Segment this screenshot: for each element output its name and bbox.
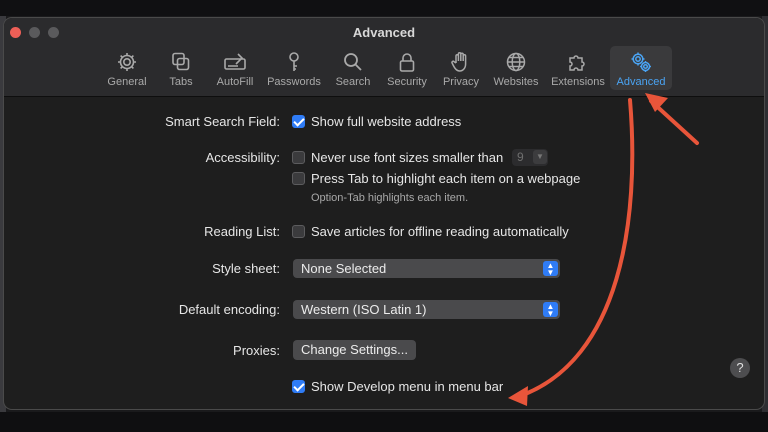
tab-passwords[interactable]: Passwords (265, 46, 323, 90)
lock-icon (399, 53, 415, 72)
min-font-size-checkbox[interactable] (292, 151, 305, 164)
min-font-size-value: 9 (517, 150, 524, 164)
proxies-label: Proxies: (233, 343, 280, 358)
show-develop-menu-checkbox[interactable] (292, 380, 305, 393)
chevron-down-icon: ▼ (533, 150, 547, 164)
puzzle-icon (569, 55, 585, 71)
tab-general[interactable]: General (104, 46, 150, 90)
tab-label: Extensions (551, 76, 605, 88)
accessibility-label: Accessibility: (205, 150, 280, 165)
tab-label: General (107, 76, 147, 88)
press-tab-checkbox[interactable] (292, 172, 305, 185)
tab-extensions[interactable]: Extensions (549, 46, 607, 90)
preferences-toolbar: General Tabs AutoFill Passwords Search S… (4, 46, 764, 92)
tab-label: Security (387, 76, 427, 88)
show-full-address-option: Show full website address (311, 114, 462, 129)
save-offline-option: Save articles for offline reading automa… (311, 224, 569, 239)
default-encoding-select[interactable]: Western (ISO Latin 1) ▲ ▼ (293, 300, 560, 319)
window-title: Advanced (352, 25, 416, 40)
change-settings-button[interactable]: Change Settings... (293, 340, 416, 360)
key-icon (289, 52, 299, 71)
tab-websites[interactable]: Websites (490, 46, 542, 90)
background-bottom (0, 412, 768, 432)
min-font-size-option: Never use font sizes smaller than (311, 150, 504, 165)
tab-privacy[interactable]: Privacy (439, 46, 483, 90)
hand-icon (451, 52, 467, 72)
up-down-arrows-icon: ▲ ▼ (543, 302, 558, 317)
titlebar: Advanced General Tabs AutoFill Passwords… (4, 18, 764, 97)
save-offline-checkbox[interactable] (292, 225, 305, 238)
tab-label: Tabs (169, 76, 193, 88)
tabs-icon (172, 52, 190, 71)
tab-advanced[interactable]: Advanced (610, 46, 672, 90)
tab-label: Passwords (267, 76, 321, 88)
tab-tabs[interactable]: Tabs (160, 46, 202, 90)
autofill-icon (224, 53, 246, 70)
default-encoding-label: Default encoding: (178, 302, 280, 317)
background-top (0, 0, 768, 16)
tab-autofill[interactable]: AutoFill (211, 46, 259, 90)
reading-list-label: Reading List: (204, 224, 280, 239)
gear-icon (118, 53, 136, 71)
option-tab-hint: Option-Tab highlights each item. (311, 192, 469, 204)
style-sheet-select[interactable]: None Selected ▲ ▼ (293, 259, 560, 278)
min-font-size-select[interactable]: 9 ▼ (512, 149, 548, 166)
style-sheet-label: Style sheet: (212, 261, 280, 276)
default-encoding-value: Western (ISO Latin 1) (301, 302, 427, 317)
magnifier-icon (344, 53, 362, 71)
tab-label: Privacy (442, 76, 480, 88)
press-tab-option: Press Tab to highlight each item on a we… (311, 171, 581, 186)
show-develop-menu-option: Show Develop menu in menu bar (311, 379, 504, 394)
tab-label: Search (335, 76, 371, 88)
help-button[interactable]: ? (730, 358, 750, 378)
tab-search[interactable]: Search (333, 46, 373, 90)
smart-search-label: Smart Search Field: (165, 114, 280, 129)
globe-icon (506, 52, 526, 72)
preferences-window: Advanced General Tabs AutoFill Passwords… (3, 17, 765, 410)
tab-label: Advanced (616, 76, 666, 88)
tab-label: AutoFill (216, 76, 254, 88)
tab-security[interactable]: Security (382, 46, 432, 90)
gears-icon (631, 52, 651, 72)
up-down-arrows-icon: ▲ ▼ (543, 261, 558, 276)
style-sheet-value: None Selected (301, 261, 387, 276)
show-full-address-checkbox[interactable] (292, 115, 305, 128)
tab-label: Websites (493, 76, 539, 88)
